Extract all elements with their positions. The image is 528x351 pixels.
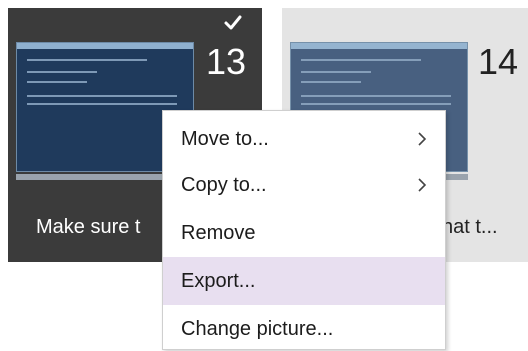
slide-number: 13 — [206, 41, 247, 82]
thumbnail-text-line — [27, 95, 177, 97]
thumbnail-text-line — [27, 81, 87, 83]
check-icon — [224, 15, 242, 30]
slide-caption: Make sure t — [36, 216, 141, 238]
menu-item-change-picture[interactable]: Change picture... — [163, 305, 445, 351]
context-menu: Move to... Copy to... Remove Export... C… — [162, 110, 446, 350]
chevron-right-icon — [418, 132, 427, 146]
menu-item-label: Change picture... — [181, 318, 334, 340]
slide-caption: hat t... — [442, 216, 498, 238]
menu-item-label: Copy to... — [181, 174, 267, 196]
thumbnail-titlebar — [17, 43, 193, 49]
menu-item-export[interactable]: Export... — [163, 257, 445, 305]
slide-sorter: 13 Make sure t 14 hat t... Move to... Co… — [0, 0, 528, 351]
thumbnail-text-line — [301, 59, 421, 61]
thumbnail-text-line — [301, 71, 371, 73]
thumbnail-text-line — [301, 81, 361, 83]
menu-item-label: Move to... — [181, 128, 269, 150]
chevron-right-icon — [418, 178, 427, 192]
thumbnail-text-line — [27, 103, 177, 105]
menu-item-label: Remove — [181, 222, 256, 244]
thumbnail-text-line — [301, 103, 451, 105]
thumbnail-text-line — [301, 95, 451, 97]
menu-item-copy-to[interactable]: Copy to... — [163, 161, 445, 209]
thumbnail-text-line — [27, 59, 147, 61]
menu-item-remove[interactable]: Remove — [163, 209, 445, 257]
thumbnail-text-line — [27, 71, 97, 73]
thumbnail-titlebar — [291, 43, 467, 49]
menu-item-move-to[interactable]: Move to... — [163, 115, 445, 163]
menu-item-label: Export... — [181, 270, 256, 292]
slide-number: 14 — [478, 41, 519, 82]
